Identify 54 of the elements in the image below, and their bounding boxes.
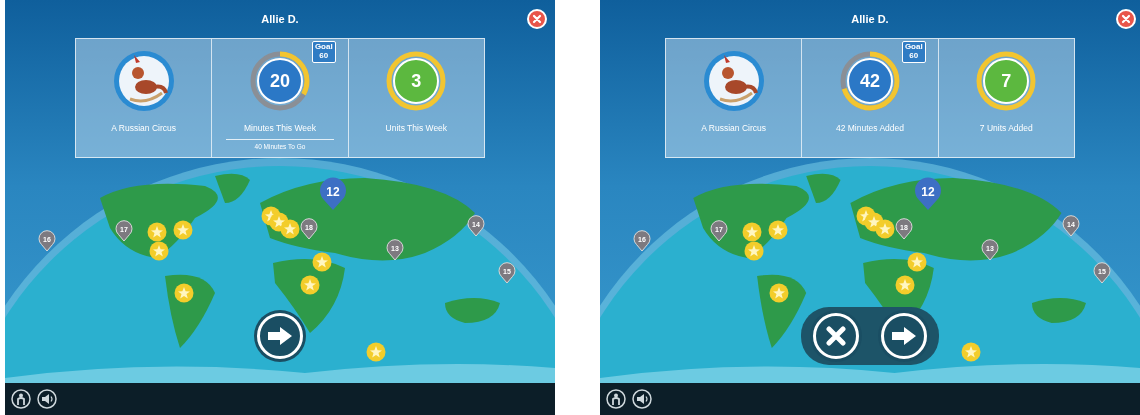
star-coin-icon [742,222,762,242]
star-coin-icon [174,283,194,303]
current-map-pin[interactable]: 12 [914,177,942,211]
close-icon [1121,14,1131,24]
minutes-label: Minutes This Week [244,123,316,133]
units-label: Units This Week [385,123,448,133]
cancel-button[interactable] [813,313,859,359]
current-map-pin[interactable]: 12 [319,177,347,211]
person-icon[interactable] [11,389,31,409]
student-name: Allie D. [261,13,299,25]
star-coin-icon [312,252,332,272]
star-coin-icon [768,220,788,240]
book-title: A Russian Circus [701,123,766,133]
star-coin-icon [280,219,300,239]
minutes-value: 20 [269,72,290,90]
next-button[interactable] [881,313,927,359]
star-coin-icon [961,342,981,362]
star-coin-icon [895,275,915,295]
animal-badge-drawing [701,49,766,113]
speaker-icon[interactable] [632,389,652,409]
person-icon[interactable] [606,389,626,409]
minutes-value: 42 [859,72,880,90]
arrow-right-icon [891,326,917,346]
continent [445,298,500,323]
speaker-icon[interactable] [37,389,57,409]
goal-value: 60 [319,51,329,61]
star-coin-icon [769,283,789,303]
star-coin-icon [147,222,167,242]
star-coin-icon [875,219,895,239]
units-label: 7 Units Added [979,123,1033,133]
star-coin-icon [173,220,193,240]
star-coin-icon [300,275,320,295]
progress-ring [248,49,312,113]
book-title: A Russian Circus [111,123,176,133]
close-button[interactable] [527,9,547,29]
animal-badge-drawing [111,49,176,113]
continent [1032,298,1086,323]
arrow-right-icon [267,326,293,346]
minutes-label: 42 Minutes Added [835,123,904,133]
star-coin-icon [366,342,386,362]
star-coin-icon [149,241,169,261]
units-value: 7 [1001,72,1012,90]
student-name: Allie D. [851,13,889,25]
close-icon [826,326,846,346]
close-button[interactable] [1116,9,1136,29]
goal-label: Goal [904,43,923,52]
goal-value: 60 [909,51,919,61]
star-coin-icon [744,241,764,261]
next-button[interactable] [257,313,303,359]
goal-label: Goal [314,43,333,52]
close-icon [532,14,542,24]
star-coin-icon [907,252,927,272]
units-value: 3 [411,72,422,90]
progress-ring [838,49,902,113]
